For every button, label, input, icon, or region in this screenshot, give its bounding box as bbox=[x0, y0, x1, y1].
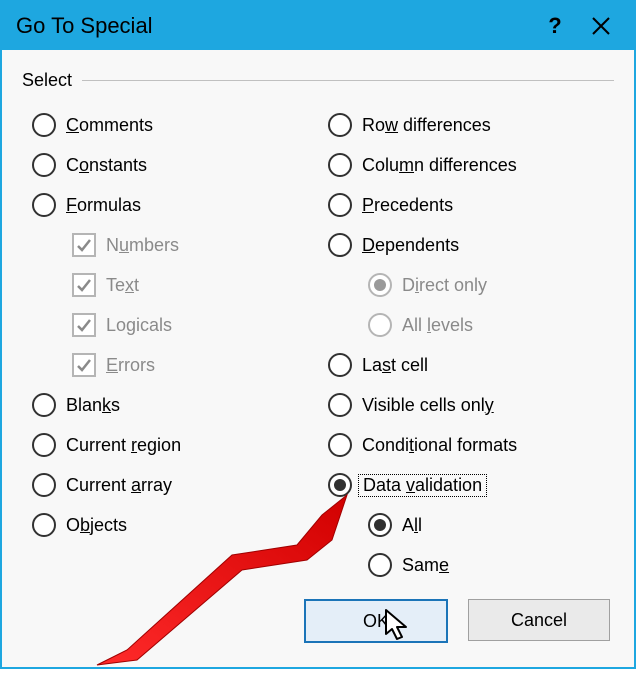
close-button[interactable] bbox=[578, 2, 624, 50]
radio-label: Conditional formats bbox=[362, 435, 517, 456]
radio-icon bbox=[32, 433, 56, 457]
radio-icon bbox=[32, 473, 56, 497]
radio-label: Direct only bbox=[402, 275, 487, 296]
radio-all-levels: All levels bbox=[328, 305, 624, 345]
dialog-body: Select Comments Constants Formulas bbox=[2, 50, 634, 667]
radio-constants[interactable]: Constants bbox=[32, 145, 328, 185]
checkbox-label: Text bbox=[106, 275, 139, 296]
ok-button[interactable]: OK bbox=[304, 599, 448, 643]
radio-icon bbox=[328, 473, 352, 497]
radio-icon bbox=[32, 153, 56, 177]
radio-icon bbox=[32, 393, 56, 417]
dialog-title: Go To Special bbox=[16, 13, 532, 39]
radio-precedents[interactable]: Precedents bbox=[328, 185, 624, 225]
dialog-go-to-special: Go To Special ? Select Comments Constant bbox=[0, 0, 636, 669]
radio-icon bbox=[328, 233, 352, 257]
radio-label: Last cell bbox=[362, 355, 428, 376]
close-icon bbox=[592, 17, 610, 35]
radio-label: Comments bbox=[66, 115, 153, 136]
checkbox-label: Numbers bbox=[106, 235, 179, 256]
radio-current-region[interactable]: Current region bbox=[32, 425, 328, 465]
cancel-button[interactable]: Cancel bbox=[468, 599, 610, 641]
radio-label: Objects bbox=[66, 515, 127, 536]
checkbox-icon bbox=[72, 313, 96, 337]
checkbox-logicals: Logicals bbox=[32, 305, 328, 345]
radio-conditional-formats[interactable]: Conditional formats bbox=[328, 425, 624, 465]
checkbox-icon bbox=[72, 273, 96, 297]
checkbox-numbers: Numbers bbox=[32, 225, 328, 265]
group-select: Select bbox=[22, 70, 614, 91]
checkbox-label: Errors bbox=[106, 355, 155, 376]
radio-label: Same bbox=[402, 555, 449, 576]
dialog-buttons: OK Cancel bbox=[304, 599, 610, 643]
radio-label: All bbox=[402, 515, 422, 536]
radio-formulas[interactable]: Formulas bbox=[32, 185, 328, 225]
radio-label: Visible cells only bbox=[362, 395, 494, 416]
group-label: Select bbox=[22, 70, 72, 91]
radio-icon bbox=[328, 193, 352, 217]
radio-label: Blanks bbox=[66, 395, 120, 416]
radio-icon bbox=[328, 153, 352, 177]
radio-visible-cells-only[interactable]: Visible cells only bbox=[328, 385, 624, 425]
radio-current-array[interactable]: Current array bbox=[32, 465, 328, 505]
radio-label: Constants bbox=[66, 155, 147, 176]
radio-label: All levels bbox=[402, 315, 473, 336]
radio-label: Precedents bbox=[362, 195, 453, 216]
help-button[interactable]: ? bbox=[532, 2, 578, 50]
radio-icon bbox=[368, 273, 392, 297]
radio-icon bbox=[32, 193, 56, 217]
checkbox-icon bbox=[72, 233, 96, 257]
checkbox-icon bbox=[72, 353, 96, 377]
checkbox-errors: Errors bbox=[32, 345, 328, 385]
radio-icon bbox=[368, 313, 392, 337]
options-column-right: Row differences Column differences Prece… bbox=[328, 105, 624, 585]
radio-direct-only: Direct only bbox=[328, 265, 624, 305]
radio-label: Column differences bbox=[362, 155, 517, 176]
titlebar: Go To Special ? bbox=[2, 2, 634, 50]
radio-icon bbox=[328, 353, 352, 377]
radio-label: Current array bbox=[66, 475, 172, 496]
options-columns: Comments Constants Formulas Numbers Text bbox=[22, 105, 614, 585]
radio-icon bbox=[328, 433, 352, 457]
radio-data-validation[interactable]: Data validation bbox=[328, 465, 624, 505]
radio-row-differences[interactable]: Row differences bbox=[328, 105, 624, 145]
radio-column-differences[interactable]: Column differences bbox=[328, 145, 624, 185]
cancel-button-label: Cancel bbox=[511, 610, 567, 631]
ok-button-label: OK bbox=[363, 611, 389, 632]
radio-icon bbox=[328, 113, 352, 137]
radio-dv-all[interactable]: All bbox=[328, 505, 624, 545]
radio-blanks[interactable]: Blanks bbox=[32, 385, 328, 425]
options-column-left: Comments Constants Formulas Numbers Text bbox=[22, 105, 328, 585]
radio-label: Data validation bbox=[358, 474, 487, 497]
radio-label: Current region bbox=[66, 435, 181, 456]
radio-dependents[interactable]: Dependents bbox=[328, 225, 624, 265]
group-divider bbox=[82, 80, 614, 81]
radio-last-cell[interactable]: Last cell bbox=[328, 345, 624, 385]
checkbox-text: Text bbox=[32, 265, 328, 305]
radio-icon bbox=[368, 553, 392, 577]
radio-label: Row differences bbox=[362, 115, 491, 136]
radio-icon bbox=[368, 513, 392, 537]
radio-label: Dependents bbox=[362, 235, 459, 256]
radio-comments[interactable]: Comments bbox=[32, 105, 328, 145]
radio-label: Formulas bbox=[66, 195, 141, 216]
checkbox-label: Logicals bbox=[106, 315, 172, 336]
radio-dv-same[interactable]: Same bbox=[328, 545, 624, 585]
radio-icon bbox=[32, 513, 56, 537]
radio-icon bbox=[328, 393, 352, 417]
radio-icon bbox=[32, 113, 56, 137]
radio-objects[interactable]: Objects bbox=[32, 505, 328, 545]
